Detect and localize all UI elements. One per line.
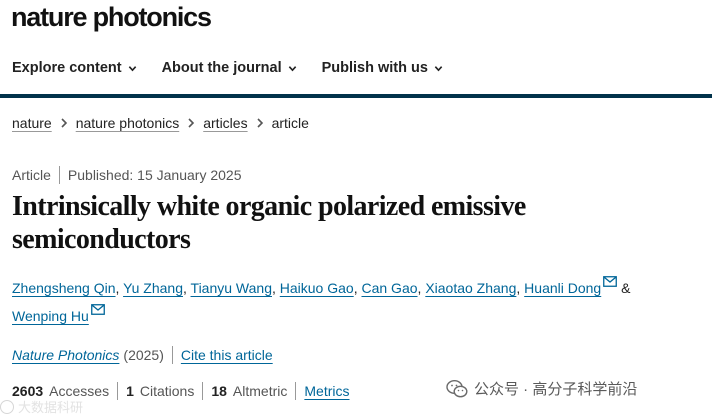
wechat-watermark: 公众号 · 高分子科学前沿 xyxy=(446,378,637,399)
article-title: Intrinsically white organic polarized em… xyxy=(12,191,526,255)
meta-divider xyxy=(58,166,60,184)
main-nav: Explore content About the journal Publis… xyxy=(12,60,443,76)
metrics-divider xyxy=(295,382,297,400)
published-date: Published: 15 January 2025 xyxy=(67,167,242,183)
publication-year: (2025) xyxy=(123,347,164,363)
bottom-watermark-text: 大数据科研 xyxy=(18,400,84,415)
journal-divider xyxy=(171,346,173,364)
wechat-watermark-text: 公众号 · 高分子科学前沿 xyxy=(474,381,638,398)
author-separator: , xyxy=(271,280,280,296)
author-list: Zhengsheng Qin, Yu Zhang, Tianyu Wang, H… xyxy=(12,274,692,330)
chevron-down-icon xyxy=(128,65,136,71)
author-link[interactable]: Wenping Hu xyxy=(12,308,89,324)
altmetric-label: Altmetric xyxy=(232,383,288,399)
watermark-circle-icon xyxy=(0,399,14,414)
mail-icon[interactable] xyxy=(90,304,105,315)
chevron-down-icon xyxy=(288,65,296,71)
author-link[interactable]: Tianyu Wang xyxy=(191,280,272,296)
journal-logo[interactable]: nature photonics xyxy=(11,2,212,33)
breadcrumb: nature nature photonics articles article xyxy=(12,115,309,131)
bottom-watermark: 大数据科研 xyxy=(0,397,83,416)
chevron-down-icon xyxy=(434,65,443,71)
altmetric-count: 18 xyxy=(211,383,227,399)
nav-publish-with-us[interactable]: Publish with us xyxy=(322,60,443,76)
author-link[interactable]: Can Gao xyxy=(361,280,417,296)
author-link[interactable]: Huanli Dong xyxy=(524,280,601,296)
nav-explore-content[interactable]: Explore content xyxy=(12,60,137,76)
chevron-right-icon xyxy=(52,118,76,128)
metrics-divider xyxy=(202,382,204,400)
author-link[interactable]: Zhengsheng Qin xyxy=(12,280,116,296)
author-link[interactable]: Xiaotao Zhang xyxy=(425,280,516,296)
author-separator: , xyxy=(516,280,525,296)
nav-explore-content-label: Explore content xyxy=(12,60,122,76)
breadcrumb-link-articles[interactable]: articles xyxy=(203,115,247,131)
wechat-icon xyxy=(446,379,468,397)
author-link[interactable]: Yu Zhang xyxy=(123,280,183,296)
nav-publish-with-us-label: Publish with us xyxy=(321,60,428,76)
author-link[interactable]: Haikuo Gao xyxy=(280,280,354,296)
article-type: Article xyxy=(12,167,51,183)
article-meta: Article Published: 15 January 2025 xyxy=(12,166,241,184)
cite-article-link[interactable]: Cite this article xyxy=(181,347,273,363)
journal-info: Nature Photonics (2025) Cite this articl… xyxy=(12,346,273,364)
mail-icon[interactable] xyxy=(603,276,618,287)
citations-label: Citations xyxy=(139,383,195,399)
nav-divider-bar xyxy=(0,94,712,98)
chevron-right-icon xyxy=(248,118,272,128)
author-separator: , xyxy=(183,280,191,296)
author-separator: , xyxy=(115,280,124,296)
journal-name-link[interactable]: Nature Photonics xyxy=(12,347,119,363)
metrics-divider xyxy=(117,382,119,400)
metrics-link[interactable]: Metrics xyxy=(304,383,349,399)
breadcrumb-link-nature-photonics[interactable]: nature photonics xyxy=(76,115,180,131)
author-amp: & xyxy=(617,280,631,296)
chevron-right-icon xyxy=(179,118,203,128)
breadcrumb-current: article xyxy=(271,115,309,131)
breadcrumb-link-nature[interactable]: nature xyxy=(12,115,52,131)
citations-count: 1 xyxy=(126,383,134,399)
nav-about-journal[interactable]: About the journal xyxy=(162,60,297,76)
nav-about-journal-label: About the journal xyxy=(161,60,282,76)
